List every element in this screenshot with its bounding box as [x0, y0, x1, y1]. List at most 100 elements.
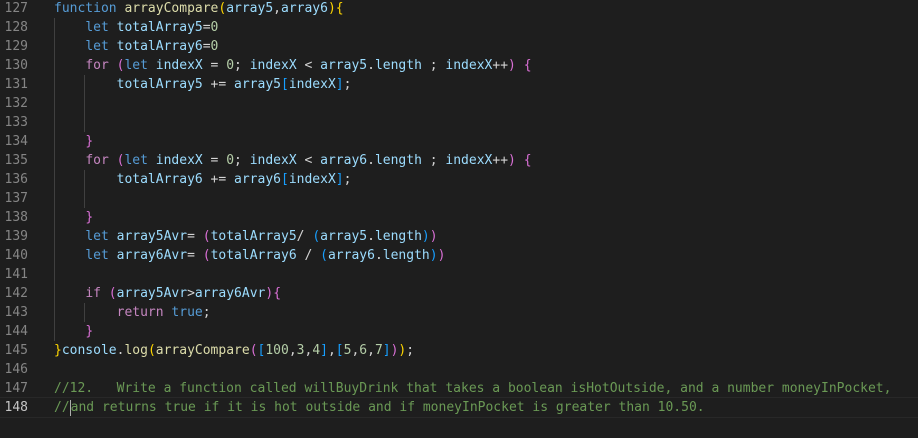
code-token: . — [367, 153, 375, 168]
code-token: indexX — [249, 58, 297, 73]
code-line[interactable]: 136 totalArray6 += array6[indexX]; — [0, 170, 918, 189]
code-token: ] — [320, 343, 328, 358]
code-token: indexX — [249, 153, 297, 168]
code-line[interactable]: 144 } — [0, 322, 918, 341]
code-text: let array5Avr= (totalArray5/ (array5.len… — [54, 227, 437, 246]
code-token: // — [54, 400, 70, 415]
code-token: = — [202, 20, 211, 35]
code-token: indexX — [445, 153, 493, 168]
code-token: indexX — [288, 77, 336, 92]
code-token: = — [202, 153, 227, 168]
line-number: 146 — [4, 362, 28, 377]
code-text: let array6Avr= (totalArray6 / (array6.le… — [54, 246, 445, 265]
code-line[interactable]: 129 let totalArray6=0 — [0, 37, 918, 56]
code-line[interactable]: 127 function arrayCompare(array5,array6){ — [0, 0, 918, 18]
line-number: 147 — [4, 381, 28, 396]
code-text: return true; — [54, 303, 211, 322]
code-text: } — [54, 208, 93, 227]
code-token: += — [202, 77, 235, 92]
code-token: indexX — [288, 172, 336, 187]
code-line[interactable]: 130 for (let indexX = 0; indexX < array5… — [0, 56, 918, 75]
line-number: 143 — [4, 305, 28, 320]
code-token: ( — [320, 248, 328, 263]
code-text: } — [54, 132, 93, 151]
code-token: for — [85, 153, 109, 168]
code-token: array5Avr — [116, 229, 188, 244]
code-token: length — [382, 248, 430, 263]
code-token: indexX — [155, 58, 203, 73]
code-line[interactable]: 135 for (let indexX = 0; indexX < array6… — [0, 151, 918, 170]
code-token: array6 — [281, 1, 328, 16]
code-token: 4 — [312, 343, 321, 358]
code-line[interactable]: 134 } — [0, 132, 918, 151]
code-editor[interactable]: 127 function arrayCompare(array5,array6){… — [0, 0, 918, 438]
code-text: } — [54, 322, 93, 341]
code-token: array5 — [320, 58, 368, 73]
code-token: 100 — [265, 343, 289, 358]
code-text: function arrayCompare(array5,array6){ — [54, 0, 344, 18]
code-token: totalArray6 — [116, 172, 203, 187]
code-line[interactable]: 137 — [0, 189, 918, 208]
code-line[interactable]: 145}console.log(arrayCompare([100,3,4],[… — [0, 341, 918, 360]
code-token: ( — [202, 248, 211, 263]
code-token: . — [367, 229, 375, 244]
code-token: array6 — [320, 153, 368, 168]
code-token: 0 — [226, 153, 235, 168]
code-line[interactable]: 138 } — [0, 208, 918, 227]
code-token: array5 — [320, 229, 368, 244]
line-number: 137 — [4, 191, 28, 206]
code-token: if — [85, 286, 101, 301]
code-line[interactable]: 141 — [0, 265, 918, 284]
code-token: , — [327, 343, 336, 358]
code-token: ++ — [492, 153, 509, 168]
code-text: }console.log(arrayCompare([100,3,4],[5,6… — [54, 341, 414, 360]
code-line[interactable]: 142 if (array5Avr>array6Avr){ — [0, 284, 918, 303]
code-token: array5Avr — [116, 286, 188, 301]
line-number: 131 — [4, 77, 28, 92]
code-token: let — [124, 58, 148, 73]
code-token: array6 — [327, 248, 375, 263]
line-number: 140 — [4, 248, 28, 263]
code-token: ( — [108, 286, 117, 301]
code-token: < — [296, 153, 321, 168]
code-line[interactable]: 147 //12. Write a function called willBuy… — [0, 379, 918, 398]
code-token: array5 — [226, 1, 274, 16]
code-text: let totalArray5=0 — [54, 18, 218, 37]
code-token: ] — [335, 172, 344, 187]
code-line[interactable]: 140 let array6Avr= (totalArray6 / (array… — [0, 246, 918, 265]
line-number: 139 — [4, 229, 28, 244]
code-token: , — [288, 343, 297, 358]
code-token: < — [296, 58, 321, 73]
code-line[interactable]: 131 totalArray5 += array5[indexX]; — [0, 75, 918, 94]
code-line[interactable]: 133 — [0, 113, 918, 132]
code-line[interactable]: 139 let array5Avr= (totalArray5/ (array5… — [0, 227, 918, 246]
code-line[interactable]: 132 — [0, 94, 918, 113]
code-token: ; — [202, 305, 211, 320]
code-line[interactable]: 146 — [0, 360, 918, 379]
code-line[interactable]: 143 return true; — [0, 303, 918, 322]
code-token: = — [187, 229, 203, 244]
code-token: } — [85, 134, 94, 149]
code-line[interactable]: 148 //and returns true if it is hot outsi… — [0, 397, 918, 418]
code-token: ( — [202, 229, 211, 244]
code-token: arrayCompare — [124, 1, 219, 16]
code-token: and returns true if it is hot outside an… — [70, 400, 705, 415]
code-token: let — [85, 248, 109, 263]
line-number: 141 — [4, 267, 28, 282]
code-text: //and returns true if it is hot outside … — [54, 398, 705, 417]
indent-guide — [84, 75, 86, 132]
line-number: 133 — [4, 115, 28, 130]
code-line[interactable]: 128 let totalArray5=0 — [0, 18, 918, 37]
code-token: ) — [429, 248, 438, 263]
